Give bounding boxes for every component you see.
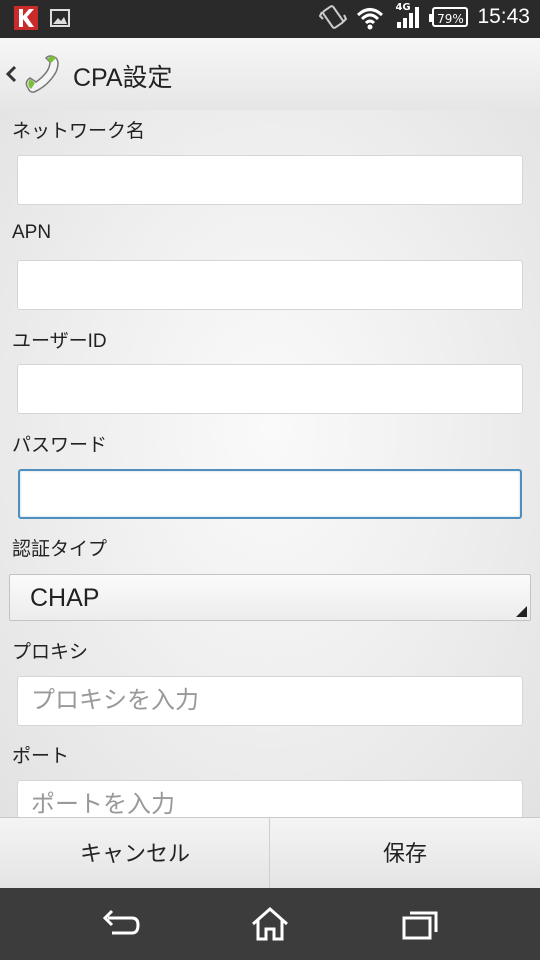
- proxy-label: プロキシ: [12, 642, 89, 663]
- back-chevron-icon[interactable]: [4, 60, 18, 88]
- battery-icon: 79%: [429, 7, 469, 27]
- wifi-icon: [357, 8, 384, 30]
- action-bar: CPA設定: [0, 38, 540, 111]
- image-notification-icon: [50, 9, 70, 27]
- kaspersky-icon: [14, 6, 38, 30]
- home-icon[interactable]: [250, 906, 290, 942]
- proxy-input[interactable]: プロキシを入力: [17, 676, 523, 726]
- save-button[interactable]: 保存: [270, 818, 540, 889]
- back-icon[interactable]: [100, 906, 140, 942]
- user-id-input[interactable]: [17, 364, 523, 414]
- auth-type-value: CHAP: [30, 584, 100, 612]
- navigation-bar: [0, 888, 540, 960]
- auth-type-label: 認証タイプ: [12, 539, 108, 560]
- password-input[interactable]: [18, 469, 522, 519]
- phone-handset-icon[interactable]: [20, 52, 64, 96]
- battery-percent: 79%: [437, 12, 464, 26]
- button-bar: キャンセル 保存: [0, 817, 540, 889]
- apn-input[interactable]: [17, 260, 523, 310]
- settings-form: ネットワーク名 APN ユーザーID パスワード 認証タイプ CHAP プロキシ…: [0, 110, 540, 817]
- port-label: ポート: [12, 746, 70, 767]
- status-bar: 4G 79% 15:43: [0, 0, 540, 38]
- cancel-button[interactable]: キャンセル: [0, 818, 270, 889]
- page-title: CPA設定: [73, 64, 173, 92]
- auth-type-spinner[interactable]: CHAP: [9, 574, 531, 621]
- network-name-input[interactable]: [17, 155, 523, 205]
- recent-apps-icon[interactable]: [400, 906, 440, 942]
- network-name-label: ネットワーク名: [12, 121, 146, 142]
- signal-icon: [397, 7, 420, 28]
- port-input[interactable]: ポートを入力: [17, 780, 523, 817]
- status-clock: 15:43: [477, 5, 530, 28]
- apn-label: APN: [12, 222, 52, 243]
- user-id-label: ユーザーID: [12, 331, 107, 352]
- password-label: パスワード: [12, 435, 108, 456]
- vibrate-icon: [319, 5, 348, 29]
- dropdown-arrow-icon: [516, 606, 527, 617]
